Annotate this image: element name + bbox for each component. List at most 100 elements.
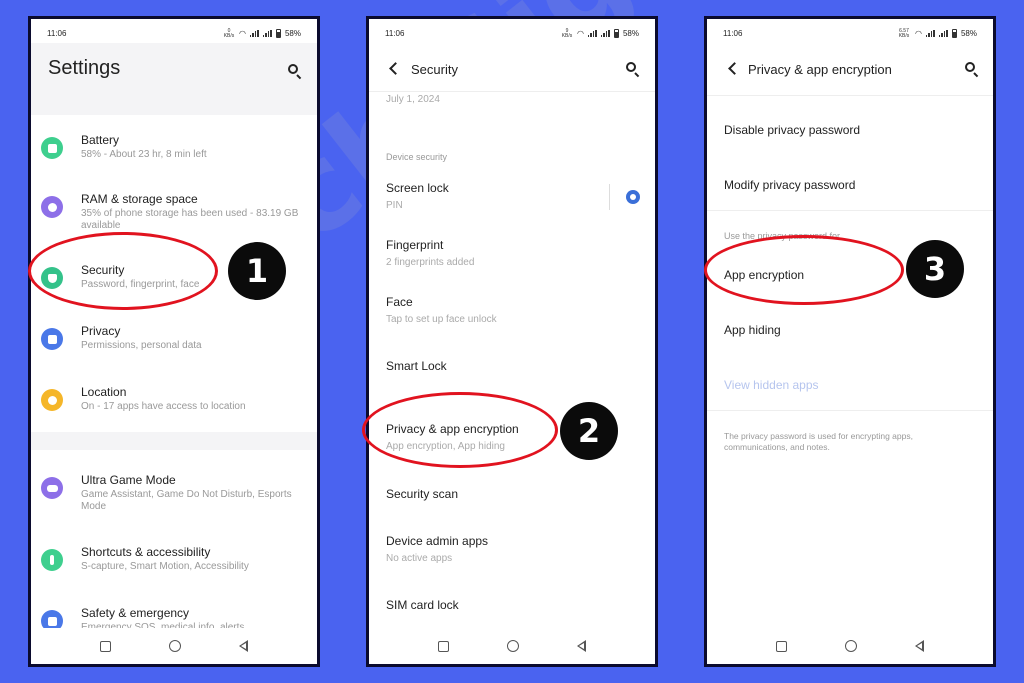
back-nav-icon[interactable] — [239, 640, 248, 652]
app-hiding[interactable]: App hiding — [724, 323, 781, 337]
item-subtitle: 58% - About 23 hr, 8 min left — [81, 149, 207, 160]
back-nav-icon[interactable] — [577, 640, 586, 652]
settings-item-shortcuts-accessibility[interactable]: Shortcuts & accessibility S-capture, Sma… — [31, 537, 317, 587]
date-text: July 1, 2024 — [386, 94, 440, 105]
item-subtitle: S-capture, Smart Motion, Accessibility — [81, 561, 249, 572]
phone-privacy-app-encryption: 11:06 6.57 KB/s ◠ 58% Privacy & app encr… — [704, 16, 996, 667]
recents-icon[interactable] — [100, 640, 111, 652]
section-heading: Device security — [386, 152, 448, 162]
back-nav-icon[interactable] — [915, 640, 924, 652]
highlight-ring — [704, 235, 904, 305]
footer-note: The privacy password is used for encrypt… — [724, 431, 913, 452]
item-label: Fingerprint — [386, 238, 444, 252]
item-label: Face — [386, 295, 413, 309]
disable-privacy-password[interactable]: Disable privacy password — [724, 123, 860, 137]
item-label: Smart Lock — [386, 359, 447, 373]
wifi-icon: ◠ — [239, 29, 246, 38]
settings-item-privacy[interactable]: Privacy Permissions, personal data — [31, 316, 317, 366]
item-subtitle: Permissions, personal data — [81, 340, 202, 351]
vertical-divider — [609, 184, 610, 210]
item-subtitle: Game Assistant, Game Do Not Disturb, Esp… — [81, 489, 292, 512]
settings-item-ram-storage[interactable]: RAM & storage space 35% of phone storage… — [31, 184, 317, 234]
net-speed: 0 KB/s — [223, 27, 235, 39]
nav-bar — [369, 628, 655, 664]
net-speed: 9 KB/s — [561, 27, 573, 39]
nav-bar — [707, 628, 993, 664]
item-label: SIM card lock — [386, 598, 459, 612]
gear-icon[interactable] — [626, 190, 640, 204]
net-speed: 6.57 KB/s — [898, 27, 910, 39]
signal-icon — [262, 30, 272, 37]
gamepad-icon — [41, 477, 63, 499]
signal-icon — [249, 30, 259, 37]
signal-icon — [938, 30, 948, 37]
storage-icon — [41, 196, 63, 218]
item-label: RAM & storage space — [81, 192, 198, 206]
wifi-icon: ◠ — [577, 29, 584, 38]
home-icon[interactable] — [169, 640, 181, 652]
item-subtitle: 35% of phone storage has been used - 83.… — [81, 208, 299, 231]
step-badge: 2 — [560, 402, 618, 460]
page-title: Settings — [48, 57, 121, 79]
settings-item-battery[interactable]: Battery 58% - About 23 hr, 8 min left — [31, 125, 317, 175]
item-label: Screen lock — [386, 181, 449, 195]
search-icon[interactable] — [964, 61, 980, 78]
header-divider — [369, 91, 655, 92]
step-badge: 1 — [228, 242, 286, 300]
item-label: Security scan — [386, 487, 459, 501]
page-title: Privacy & app encryption — [748, 62, 892, 77]
home-icon[interactable] — [507, 640, 519, 652]
status-bar: 11:06 6.57 KB/s ◠ 58% — [707, 19, 993, 43]
signal-icon — [587, 30, 597, 37]
item-subtitle: PIN — [386, 200, 403, 211]
item-subtitle: No active apps — [386, 553, 453, 564]
signal-icon — [925, 30, 935, 37]
recents-icon[interactable] — [438, 640, 449, 652]
accessibility-icon — [41, 549, 63, 571]
item-subtitle: On - 17 apps have access to location — [81, 401, 246, 412]
settings-item-ultra-game-mode[interactable]: Ultra Game Mode Game Assistant, Game Do … — [31, 465, 317, 515]
modify-privacy-password[interactable]: Modify privacy password — [724, 178, 855, 192]
battery-setting-icon — [41, 137, 63, 159]
status-bar: 11:06 9 KB/s ◠ 58% — [369, 19, 655, 43]
back-arrow-icon[interactable] — [728, 62, 741, 75]
back-arrow-icon[interactable] — [389, 62, 402, 75]
status-bar: 11:06 0 KB/s ◠ 58% — [31, 19, 317, 43]
signal-icon — [600, 30, 610, 37]
section-divider — [707, 210, 993, 211]
phone-security: 11:06 9 KB/s ◠ 58% Security July 1, 2024… — [366, 16, 658, 667]
battery-level: 58% — [284, 29, 301, 38]
recents-icon[interactable] — [776, 640, 787, 652]
view-hidden-apps[interactable]: View hidden apps — [724, 378, 819, 392]
item-label: Ultra Game Mode — [81, 473, 176, 487]
header-divider — [707, 95, 993, 96]
status-time: 11:06 — [47, 29, 67, 38]
battery-icon — [613, 29, 619, 38]
home-icon[interactable] — [845, 640, 857, 652]
search-icon[interactable] — [625, 61, 641, 78]
section-divider — [31, 432, 317, 450]
section-divider — [707, 410, 993, 411]
nav-bar — [31, 628, 317, 664]
item-label: Privacy — [81, 324, 121, 338]
phone-settings: 11:06 0 KB/s ◠ 58% Settings Battery 58% … — [28, 16, 320, 667]
settings-item-location[interactable]: Location On - 17 apps have access to loc… — [31, 377, 317, 427]
battery-level: 58% — [960, 29, 977, 38]
location-icon — [41, 389, 63, 411]
step-badge: 3 — [906, 240, 964, 298]
search-icon[interactable] — [287, 63, 303, 80]
item-subtitle: 2 fingerprints added — [386, 257, 475, 268]
item-label: Battery — [81, 133, 120, 147]
item-label: Device admin apps — [386, 534, 489, 548]
battery-icon — [275, 29, 281, 38]
item-label: Safety & emergency — [81, 606, 190, 620]
wifi-icon: ◠ — [915, 29, 922, 38]
item-label: Shortcuts & accessibility — [81, 545, 211, 559]
page-title: Security — [411, 62, 458, 77]
battery-level: 58% — [622, 29, 639, 38]
status-time: 11:06 — [723, 29, 743, 38]
battery-icon — [951, 29, 957, 38]
item-subtitle: Tap to set up face unlock — [386, 314, 497, 325]
item-label: Location — [81, 385, 127, 399]
highlight-ring — [362, 392, 558, 468]
